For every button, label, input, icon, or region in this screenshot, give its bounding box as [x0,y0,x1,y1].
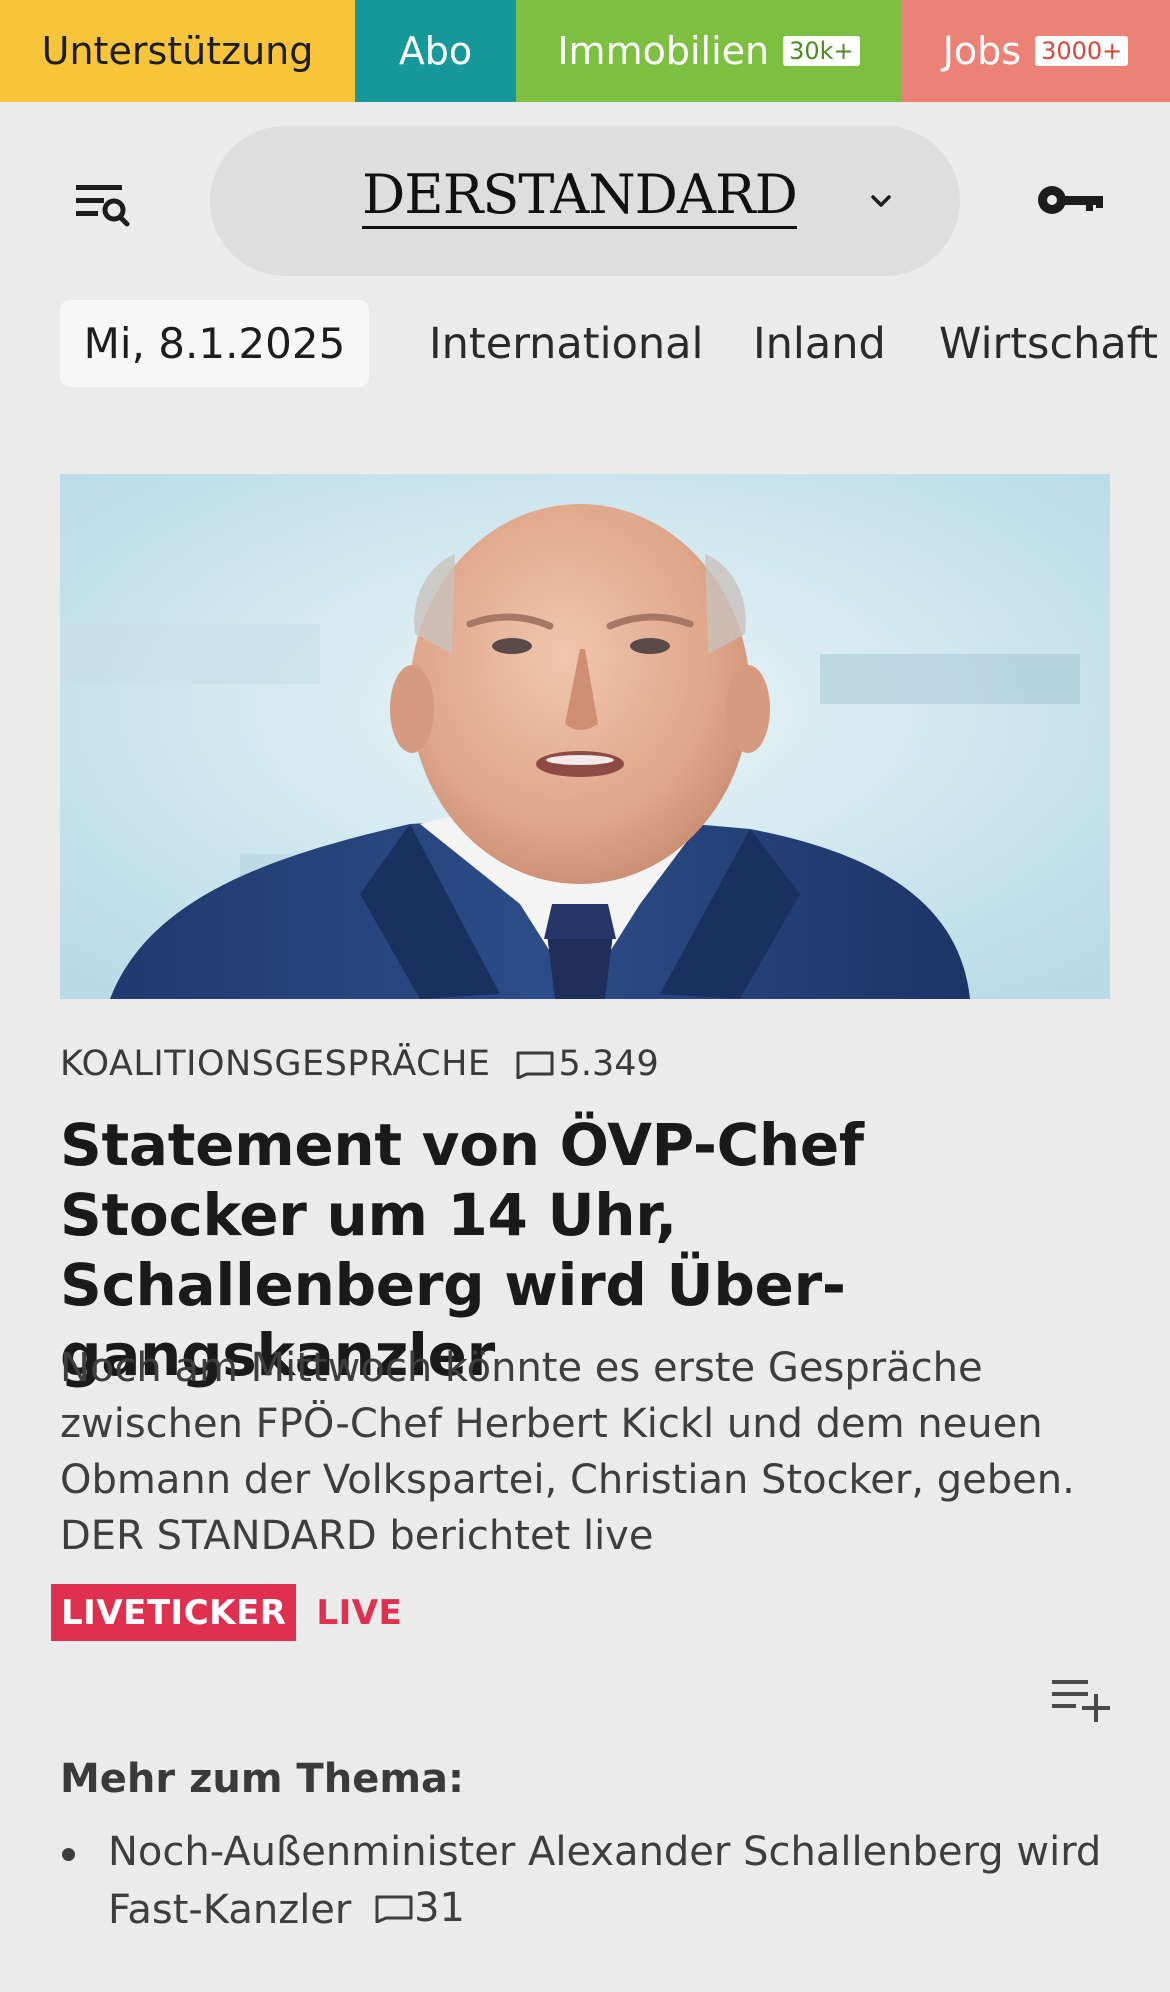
support-label: Unterstützung [41,29,314,73]
more-item[interactable]: Noch-Außenminister Alexander Schallenber… [60,1824,1120,1938]
live-row: LIVETICKER LIVE [51,1584,402,1641]
abo-label: Abo [398,29,473,73]
abo-link[interactable]: Abo [355,0,516,102]
hero-photo [60,474,1110,999]
brand-switcher[interactable]: DERSTANDARD [210,126,960,276]
more-heading: Mehr zum Thema: [60,1756,464,1802]
live-label: LIVE [316,1592,403,1633]
playlist-add-icon [1052,1680,1110,1722]
nav-link-wirtschaft[interactable]: Wirtschaft [939,300,1158,387]
login-button[interactable] [1030,172,1110,222]
menu-search-button[interactable] [66,172,146,242]
section-nav: Mi, 8.1.2025 International Inland Wirtsc… [0,300,1170,388]
bullet [62,1848,75,1861]
nav-link-inland[interactable]: Inland [753,300,886,387]
comment-icon [375,1895,413,1923]
more-item-comment-count[interactable]: 31 [374,1880,465,1936]
more-item-comment-value: 31 [414,1885,465,1931]
more-list: Noch-Außenminister Alexander Schallenber… [60,1824,1120,1938]
site-header: DERSTANDARD [0,102,1170,300]
jobs-label: Jobs [942,29,1022,73]
derstandard-logo[interactable]: DERSTANDARD [362,166,798,229]
article-kicker[interactable]: KOALITIONSGESPRÄCHE [60,1044,491,1084]
comment-count-value: 5.349 [558,1044,659,1084]
immobilien-link[interactable]: Immobilien 30k+ [516,0,901,102]
comment-count[interactable]: 5.349 [515,1044,659,1084]
chevron-down-icon [871,195,891,207]
date-chip[interactable]: Mi, 8.1.2025 [60,300,369,387]
comment-icon [516,1051,554,1079]
promo-bar: Unterstützung Abo Immobilien 30k+ Jobs 3… [0,0,1170,102]
add-to-playlist-button[interactable] [1050,1676,1114,1724]
liveticker-badge: LIVETICKER [51,1584,297,1641]
more-item-title: Noch-Außenminister Alexander Schallenber… [108,1829,1102,1933]
jobs-link[interactable]: Jobs 3000+ [901,0,1170,102]
key-icon [1038,186,1103,214]
nav-link-international[interactable]: International [429,300,703,387]
article-kicker-row: KOALITIONSGESPRÄCHE 5.349 [60,1044,659,1084]
hero-image[interactable] [60,474,1110,999]
immobilien-badge: 30k+ [783,36,860,66]
immobilien-label: Immobilien [557,29,770,73]
support-link[interactable]: Unterstützung [0,0,355,102]
jobs-badge: 3000+ [1035,36,1129,66]
menu-search-icon [76,185,130,227]
article-teaser: Noch am Mittwoch könnte es erste Gespräc… [60,1345,1075,1559]
